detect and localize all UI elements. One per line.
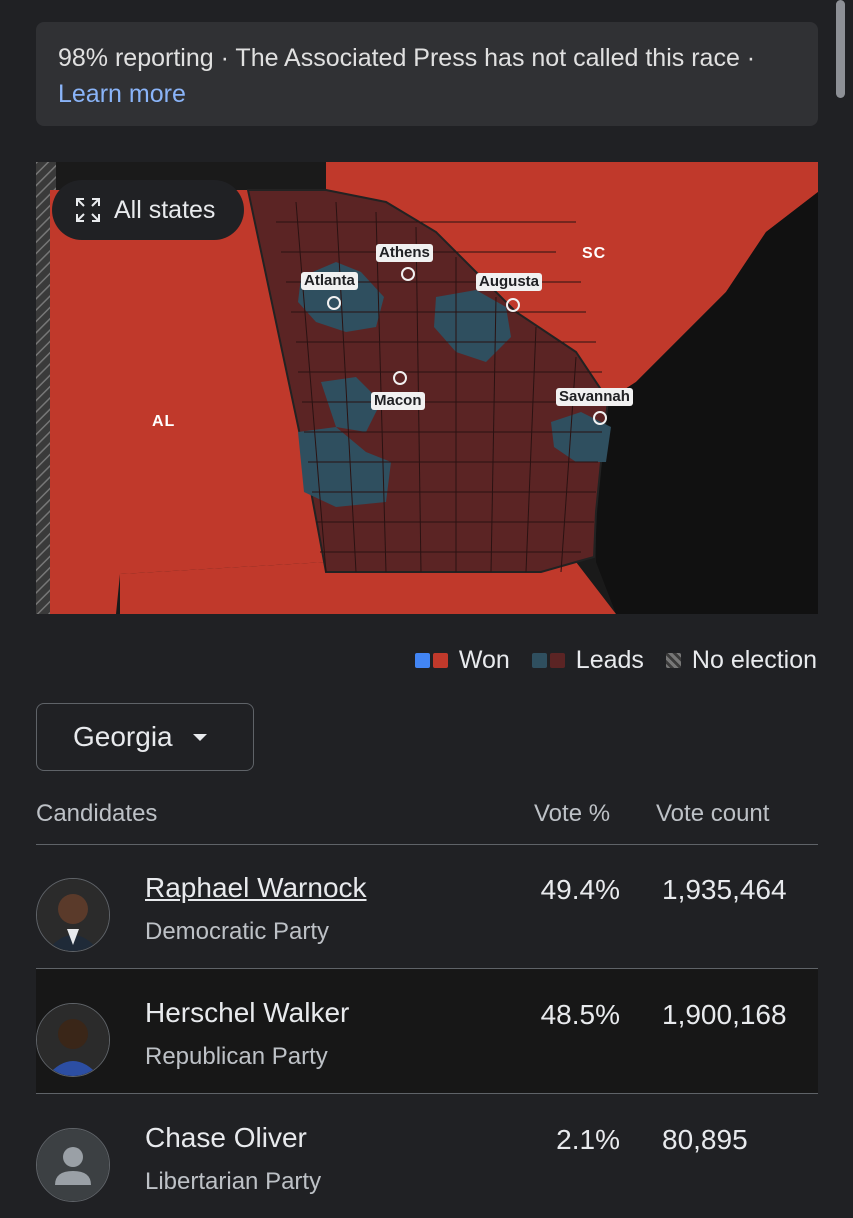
city-label-athens: Athens: [376, 244, 433, 262]
city-marker-augusta[interactable]: [506, 298, 520, 312]
city-label-augusta: Augusta: [476, 273, 542, 291]
map-legend: Won Leads No election: [393, 646, 817, 675]
vote-count: 1,900,168: [662, 999, 787, 1030]
candidate-photo: [36, 878, 110, 952]
legend-won: Won: [414, 646, 510, 675]
candidate-photo: [36, 1003, 110, 1077]
learn-more-link[interactable]: Learn more: [58, 76, 796, 112]
city-marker-savannah[interactable]: [593, 411, 607, 425]
candidate-party: Democratic Party: [145, 918, 330, 945]
header-vote-pct: Vote %: [534, 800, 611, 827]
candidate-name: Chase Oliver: [145, 1122, 307, 1153]
candidate-photo: [36, 1128, 110, 1202]
state-dropdown-value: Georgia: [73, 721, 173, 752]
default-avatar-icon: [37, 1129, 109, 1201]
person-photo-icon: [37, 1004, 109, 1076]
state-label-sc: SC: [582, 245, 607, 262]
vote-pct: 49.4%: [540, 874, 620, 905]
no-election-swatch: [665, 653, 681, 668]
legend-no-election: No election: [665, 646, 817, 675]
legend-leads: Leads: [531, 646, 644, 675]
state-label-al: AL: [152, 413, 176, 430]
person-photo-icon: [37, 879, 109, 951]
header-vote-count: Vote count: [656, 800, 770, 827]
leads-rep-swatch: [549, 653, 565, 668]
city-marker-atlanta[interactable]: [327, 296, 341, 310]
vote-count: 80,895: [662, 1124, 748, 1155]
candidate-party: Republican Party: [145, 1043, 328, 1070]
candidate-name: Herschel Walker: [145, 997, 350, 1028]
header-candidates: Candidates: [36, 800, 158, 827]
reporting-status: 98% reporting · The Associated Press has…: [58, 44, 756, 72]
legend-leads-label: Leads: [575, 646, 644, 674]
scrollbar[interactable]: [836, 0, 845, 98]
legend-no-election-label: No election: [691, 646, 817, 674]
expand-icon: [76, 198, 100, 222]
table-row[interactable]: Chase Oliver Libertarian Party 2.1% 80,8…: [36, 1094, 818, 1218]
caret-down-icon: [192, 733, 207, 741]
state-dropdown[interactable]: Georgia: [36, 703, 254, 771]
table-row[interactable]: Raphael Warnock Democratic Party 49.4% 1…: [36, 844, 818, 969]
city-label-atlanta: Atlanta: [301, 272, 358, 290]
won-rep-swatch: [432, 653, 448, 668]
table-row[interactable]: Herschel Walker Republican Party 48.5% 1…: [36, 969, 818, 1094]
legend-won-label: Won: [458, 646, 510, 674]
city-marker-athens[interactable]: [401, 267, 415, 281]
results-table-header: Candidates Vote % Vote count: [36, 800, 818, 845]
city-marker-macon[interactable]: [393, 371, 407, 385]
vote-pct: 48.5%: [540, 999, 620, 1030]
won-dem-swatch: [414, 653, 430, 668]
candidate-party: Libertarian Party: [145, 1168, 322, 1195]
all-states-label: All states: [114, 195, 216, 224]
all-states-button[interactable]: All states: [52, 180, 244, 240]
vote-pct: 2.1%: [556, 1124, 620, 1155]
city-label-savannah: Savannah: [556, 388, 633, 406]
vote-count: 1,935,464: [662, 874, 787, 905]
leads-dem-swatch: [531, 653, 547, 668]
city-label-macon: Macon: [371, 392, 425, 410]
reporting-banner: 98% reporting · The Associated Press has…: [36, 22, 818, 126]
candidate-name-link[interactable]: Raphael Warnock: [145, 872, 367, 904]
